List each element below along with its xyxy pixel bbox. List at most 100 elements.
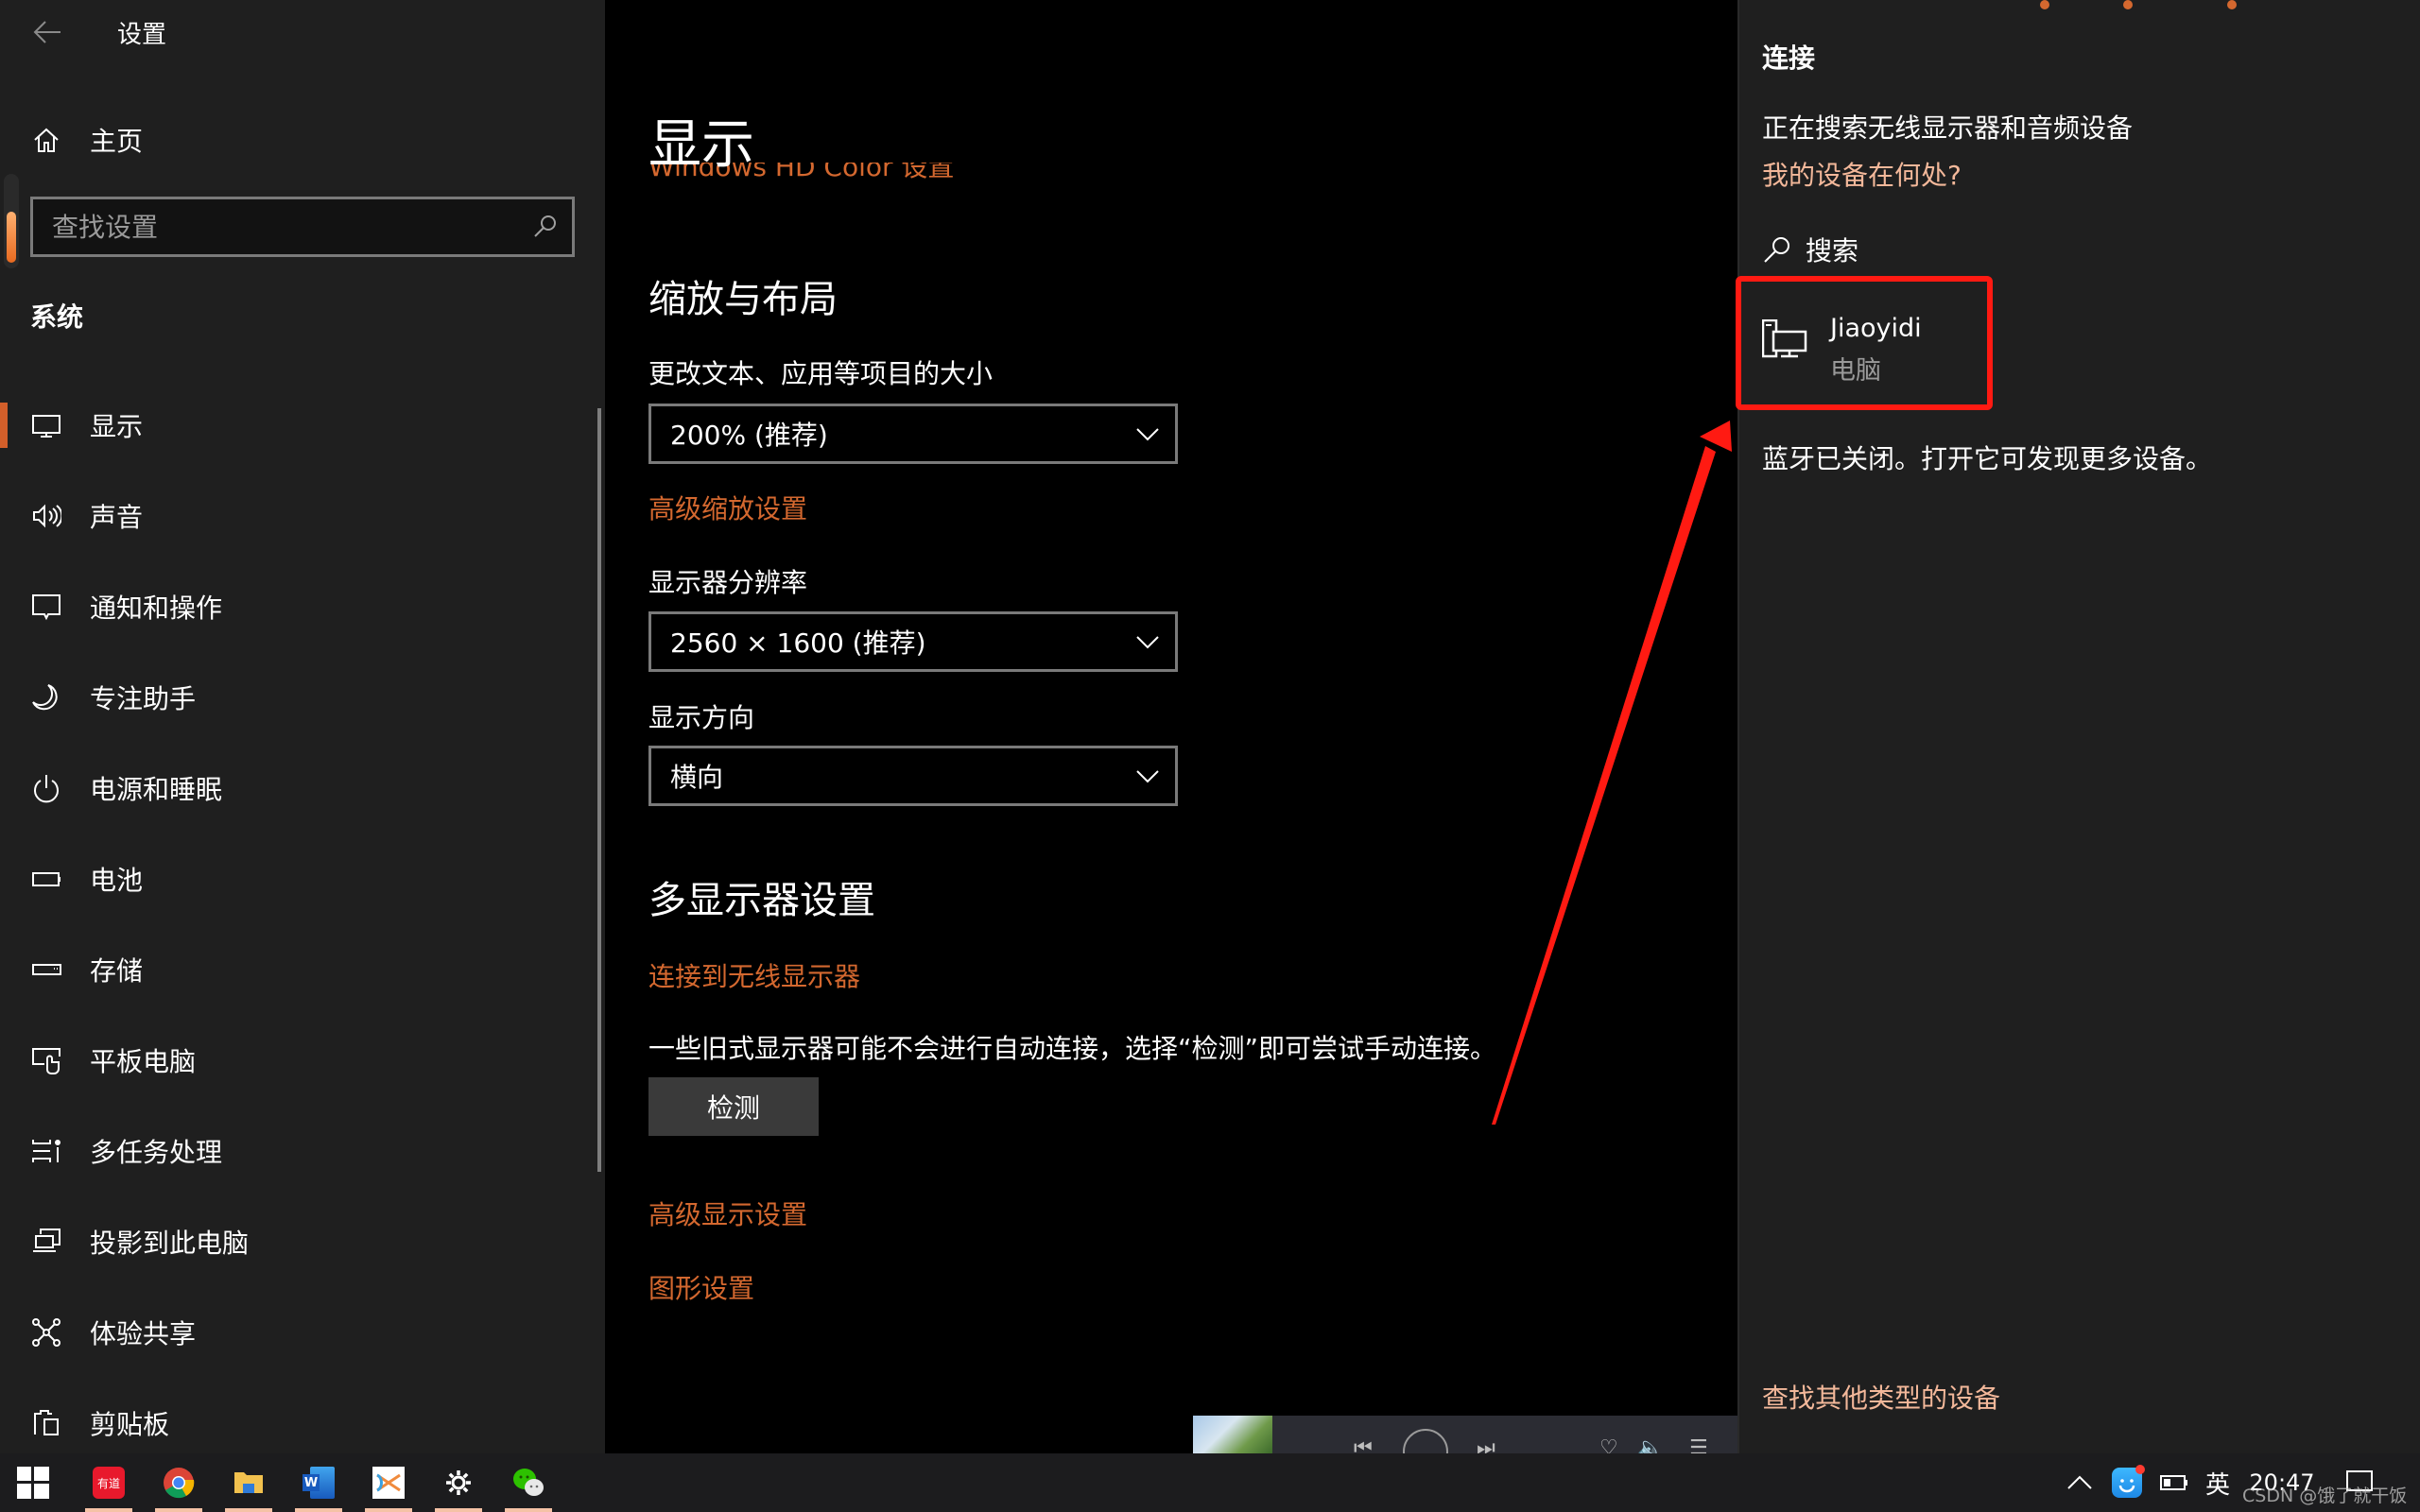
sidebar-item-label: 显示 [90, 411, 144, 442]
settings-sidebar: 设置 主页 系统 显示 声音 通知和操作 专注助手 电源和睡眠 电池 存储 [0, 0, 605, 1453]
chevron-up-icon [2067, 1475, 2092, 1489]
home-icon [30, 124, 62, 156]
advanced-scaling-link[interactable]: 高级缩放设置 [648, 489, 807, 526]
panel-title: 连接 [1762, 43, 1816, 74]
running-indicator [505, 1508, 552, 1512]
battery-icon [2160, 1475, 2187, 1490]
project-icon [30, 1226, 62, 1258]
input-method-indicator[interactable]: 英 [2199, 1453, 2237, 1512]
loading-dot [2227, 0, 2237, 9]
advanced-display-settings-link[interactable]: 高级显示设置 [648, 1194, 807, 1232]
sidebar-item-label: 电池 [90, 865, 144, 896]
sidebar-item-label: 平板电脑 [90, 1046, 197, 1077]
scale-value: 200% (推荐) [670, 420, 828, 451]
multitasking-icon [30, 1135, 62, 1167]
album-art [1193, 1416, 1272, 1453]
search-input[interactable] [52, 207, 506, 247]
loading-dot [2123, 0, 2133, 9]
sidebar-item-battery[interactable]: 电池 [0, 849, 596, 909]
device-list-item[interactable]: Jiaoyidi 电脑 [1739, 276, 1995, 408]
scale-dropdown[interactable]: 200% (推荐) [648, 404, 1178, 464]
pause-button[interactable] [1403, 1429, 1448, 1453]
chevron-down-icon [1136, 428, 1159, 441]
taskbar-app-youdao[interactable]: 有道 [79, 1453, 138, 1512]
scale-label: 更改文本、应用等项目的大小 [648, 358, 994, 389]
previous-track-icon[interactable]: ⏮ [1354, 1436, 1373, 1453]
chrome-icon [164, 1468, 195, 1499]
sidebar-item-sound[interactable]: 声音 [0, 486, 596, 546]
taskbar-app-file-explorer[interactable] [219, 1453, 278, 1512]
sidebar-item-label: 存储 [90, 955, 144, 987]
battery-icon [30, 863, 62, 895]
taskbar-app-xmind[interactable] [359, 1453, 418, 1512]
next-track-icon[interactable]: ⏭ [1477, 1436, 1495, 1453]
connect-wireless-display-link[interactable]: 连接到无线显示器 [648, 956, 860, 994]
sidebar-item-display[interactable]: 显示 [0, 395, 596, 455]
detect-button[interactable]: 检测 [648, 1077, 819, 1136]
tablet-icon [30, 1044, 62, 1076]
playlist-icon[interactable]: ☰ [1689, 1436, 1708, 1453]
taskbar-app-settings[interactable] [429, 1453, 488, 1512]
media-player-bar: ⏮ ⏭ ♡ 🔈 ☰ [1193, 1416, 1737, 1453]
search-status: 正在搜索无线显示器和音频设备 [1762, 112, 2134, 144]
action-center-button[interactable] [2341, 1453, 2378, 1512]
notification-icon [30, 591, 62, 623]
clipboard-icon [30, 1407, 62, 1439]
sidebar-item-notifications[interactable]: 通知和操作 [0, 576, 596, 637]
resolution-label: 显示器分辨率 [648, 567, 808, 598]
search-again-button[interactable]: 搜索 [1762, 231, 1858, 268]
arrow-left-icon [33, 21, 60, 43]
running-indicator [155, 1508, 202, 1512]
sidebar-item-label: 通知和操作 [90, 593, 223, 624]
find-other-devices-link[interactable]: 查找其他类型的设备 [1762, 1378, 2000, 1416]
show-hidden-icons-button[interactable] [2063, 1453, 2097, 1512]
orientation-dropdown[interactable]: 横向 [648, 746, 1178, 806]
sidebar-item-multitasking[interactable]: 多任务处理 [0, 1121, 596, 1181]
speaker-icon [30, 500, 62, 532]
tray-app-icon[interactable] [2108, 1453, 2146, 1512]
wechat-icon [513, 1469, 544, 1496]
section-label: 系统 [30, 301, 84, 333]
running-indicator [225, 1508, 272, 1512]
start-button[interactable] [4, 1453, 62, 1512]
battery-status-button[interactable] [2155, 1453, 2193, 1512]
volume-indicator [4, 174, 19, 268]
taskbar-app-wechat[interactable] [499, 1453, 558, 1512]
smiley-app-icon [2112, 1465, 2145, 1498]
sidebar-item-label: 多任务处理 [90, 1137, 223, 1168]
settings-search-box[interactable] [30, 197, 575, 257]
scale-layout-heading: 缩放与布局 [648, 278, 838, 321]
resolution-dropdown[interactable]: 2560 × 1600 (推荐) [648, 611, 1178, 672]
search-label: 搜索 [1806, 235, 1859, 266]
orientation-value: 横向 [670, 762, 724, 793]
detect-description: 一些旧式显示器可能不会进行自动连接，选择“检测”即可尝试手动连接。 [648, 1033, 1497, 1064]
mute-icon[interactable]: 🔈 [1637, 1436, 1663, 1453]
graphics-settings-link[interactable]: 图形设置 [648, 1268, 754, 1306]
sidebar-item-storage[interactable]: 存储 [0, 939, 596, 1000]
sidebar-item-label: 体验共享 [90, 1318, 197, 1349]
gear-icon [446, 1470, 471, 1495]
sidebar-item-home[interactable]: 主页 [0, 113, 605, 166]
sidebar-item-label: 专注助手 [90, 683, 197, 714]
power-icon [30, 772, 62, 804]
sidebar-scrollbar[interactable] [597, 408, 601, 1172]
sidebar-item-focus-assist[interactable]: 专注助手 [0, 667, 596, 728]
sidebar-item-shared-experiences[interactable]: 体验共享 [0, 1302, 596, 1363]
word-icon: W [302, 1467, 335, 1499]
xmind-icon [372, 1467, 405, 1499]
sidebar-item-clipboard[interactable]: 剪贴板 [0, 1393, 596, 1453]
back-button[interactable] [28, 13, 66, 51]
sidebar-item-power-sleep[interactable]: 电源和睡眠 [0, 758, 596, 818]
taskbar-app-chrome[interactable] [149, 1453, 208, 1512]
sidebar-item-project-to-pc[interactable]: 投影到此电脑 [0, 1211, 596, 1272]
chevron-down-icon [1136, 636, 1159, 649]
where-is-my-device-link[interactable]: 我的设备在何处? [1762, 155, 1962, 193]
running-indicator [295, 1508, 342, 1512]
sidebar-item-tablet[interactable]: 平板电脑 [0, 1030, 596, 1091]
search-icon[interactable] [530, 213, 559, 241]
clock[interactable]: 20:47 [2242, 1453, 2322, 1512]
heart-icon[interactable]: ♡ [1599, 1436, 1618, 1453]
moon-icon [30, 681, 62, 713]
taskbar-app-word[interactable]: W [289, 1453, 348, 1512]
running-indicator [85, 1508, 132, 1512]
